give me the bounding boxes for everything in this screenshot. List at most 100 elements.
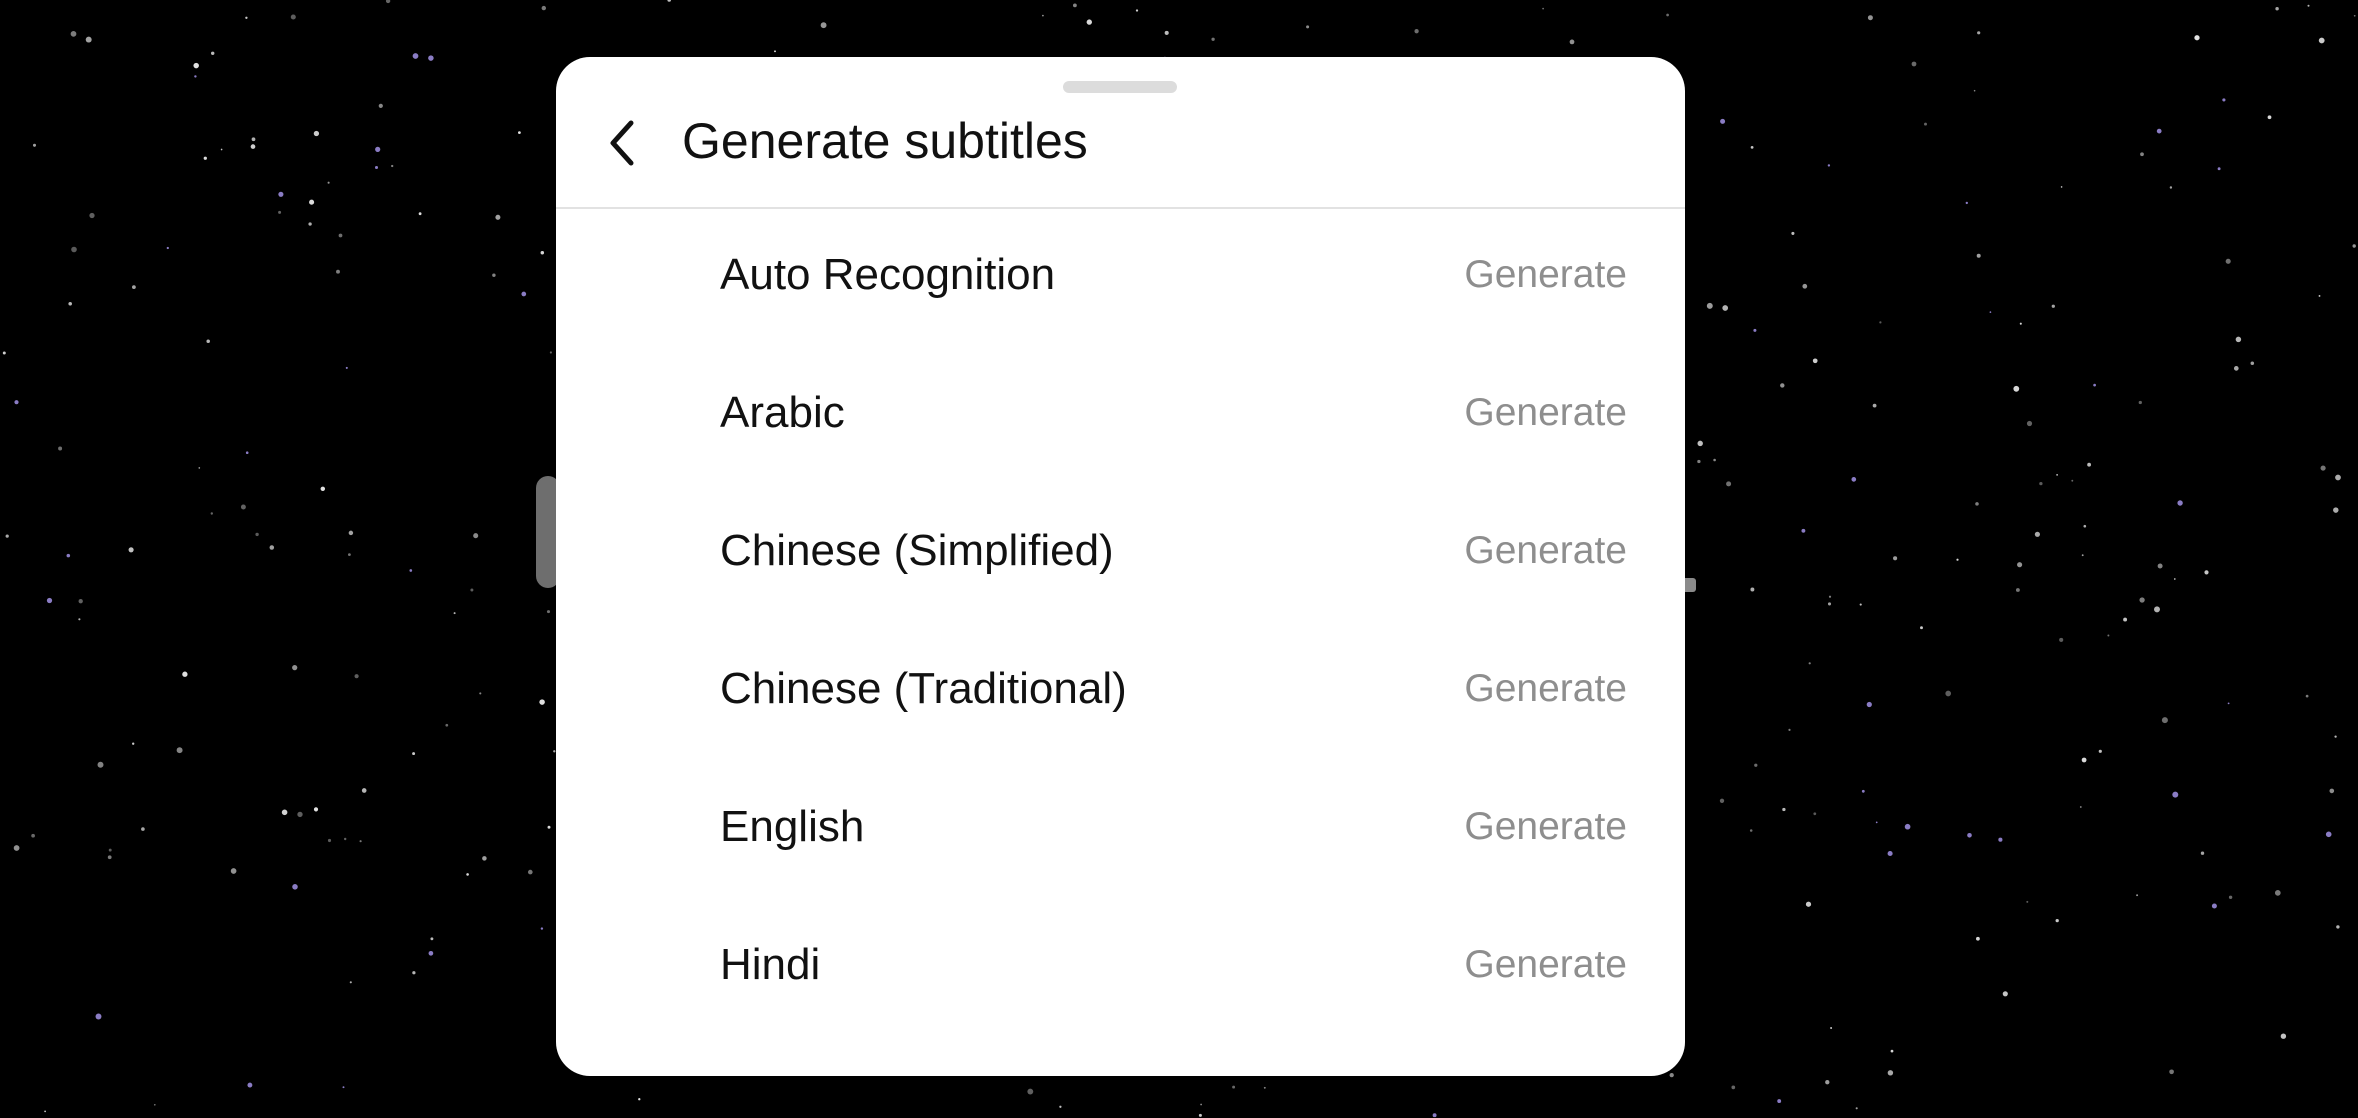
star — [1801, 528, 1806, 533]
star — [412, 752, 416, 756]
language-label: Arabic — [720, 388, 845, 437]
star — [820, 22, 827, 29]
star — [230, 868, 237, 874]
star — [1777, 1099, 1782, 1104]
star — [2177, 500, 2183, 506]
star — [2107, 634, 2110, 637]
generate-button[interactable]: Generate — [1464, 801, 1627, 853]
star — [518, 131, 521, 134]
star — [255, 532, 259, 537]
star — [240, 504, 246, 510]
star — [1855, 1107, 1858, 1110]
star — [361, 788, 367, 793]
star — [385, 0, 391, 4]
star — [2138, 400, 2142, 405]
star — [1232, 1085, 1236, 1089]
star — [1432, 1113, 1437, 1118]
star — [193, 62, 199, 69]
star — [2034, 531, 2040, 537]
star — [2329, 788, 2335, 794]
star — [2275, 6, 2279, 11]
star — [281, 809, 288, 816]
star — [1135, 9, 1139, 12]
star — [1967, 832, 1972, 838]
star — [14, 400, 19, 405]
generate-button[interactable]: Generate — [1464, 663, 1627, 715]
star — [1976, 253, 1981, 258]
star — [1813, 812, 1817, 816]
language-row-auto-recognition[interactable]: Auto Recognition Generate — [556, 209, 1685, 347]
language-label: Chinese (Simplified) — [720, 526, 1114, 575]
star — [2267, 115, 2272, 120]
star — [1697, 440, 1703, 447]
star — [2059, 637, 2064, 642]
star — [1805, 901, 1812, 907]
star — [2280, 1033, 2287, 1039]
star — [2161, 717, 2168, 724]
star — [374, 165, 379, 170]
star — [1749, 829, 1753, 832]
star — [1998, 837, 2003, 842]
star — [206, 339, 210, 344]
star — [453, 612, 456, 615]
star — [1976, 936, 1980, 941]
star — [2333, 507, 2339, 513]
star — [1697, 459, 1701, 464]
star — [1977, 31, 1981, 35]
star — [1945, 690, 1952, 697]
language-row-chinese-traditional[interactable]: Chinese (Traditional) Generate — [556, 623, 1685, 761]
star — [1879, 321, 1882, 324]
star — [1722, 305, 1729, 311]
star — [132, 285, 136, 289]
star — [1750, 587, 1755, 592]
star — [527, 869, 533, 875]
star — [342, 1086, 345, 1089]
star — [2136, 894, 2139, 897]
generate-button[interactable]: Generate — [1464, 249, 1627, 301]
star — [540, 927, 544, 930]
star — [13, 845, 20, 851]
star — [2169, 1069, 2174, 1075]
star — [1706, 302, 1713, 309]
star — [2352, 244, 2356, 248]
star — [70, 31, 77, 37]
back-button[interactable] — [598, 113, 646, 173]
generate-button[interactable]: Generate — [1464, 525, 1627, 577]
star — [2318, 37, 2325, 44]
star — [2353, 14, 2356, 17]
star — [1956, 558, 1959, 561]
star — [2334, 735, 2337, 738]
star — [2335, 474, 2341, 481]
star — [2250, 361, 2255, 366]
star — [210, 512, 213, 515]
star — [247, 1082, 253, 1088]
generate-button[interactable]: Generate — [1464, 387, 1627, 439]
language-row-arabic[interactable]: Arabic Generate — [556, 347, 1685, 485]
star — [1973, 89, 1976, 92]
star — [391, 164, 394, 168]
star — [2172, 791, 2179, 798]
star — [1059, 1105, 1062, 1108]
star — [1965, 201, 1968, 205]
star — [278, 210, 282, 214]
language-row-hindi[interactable]: Hindi Generate — [556, 899, 1685, 1037]
star — [2026, 900, 2029, 903]
generate-button[interactable]: Generate — [1464, 939, 1627, 991]
star — [2083, 524, 2087, 528]
star — [473, 533, 479, 539]
star — [1666, 13, 1669, 17]
star — [1211, 37, 1215, 41]
star — [1975, 502, 1979, 506]
star — [292, 665, 298, 671]
language-row-chinese-simplified[interactable]: Chinese (Simplified) Generate — [556, 485, 1685, 623]
star — [5, 534, 9, 538]
star — [153, 1103, 156, 1106]
star — [250, 144, 256, 149]
language-row-english[interactable]: English Generate — [556, 761, 1685, 899]
star — [1569, 39, 1575, 45]
star — [1750, 146, 1754, 149]
star — [2081, 757, 2087, 763]
star — [539, 699, 545, 705]
star — [348, 530, 354, 536]
star — [78, 618, 81, 621]
